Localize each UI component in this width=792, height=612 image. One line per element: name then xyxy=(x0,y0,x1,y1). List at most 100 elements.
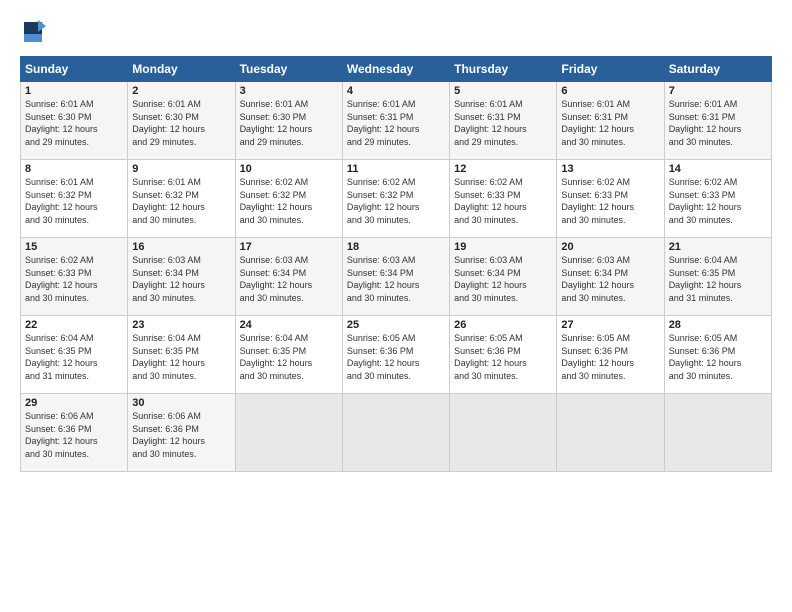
logo-icon xyxy=(20,18,48,46)
day-number: 10 xyxy=(240,163,338,175)
day-info: Sunrise: 6:02 AM Sunset: 6:33 PM Dayligh… xyxy=(669,176,767,226)
col-saturday: Saturday xyxy=(664,57,771,82)
table-cell: 28Sunrise: 6:05 AM Sunset: 6:36 PM Dayli… xyxy=(664,316,771,394)
day-info: Sunrise: 6:05 AM Sunset: 6:36 PM Dayligh… xyxy=(669,332,767,382)
day-number: 20 xyxy=(561,241,659,253)
day-number: 27 xyxy=(561,319,659,331)
day-info: Sunrise: 6:03 AM Sunset: 6:34 PM Dayligh… xyxy=(132,254,230,304)
day-number: 15 xyxy=(25,241,123,253)
table-cell: 22Sunrise: 6:04 AM Sunset: 6:35 PM Dayli… xyxy=(21,316,128,394)
table-cell: 30Sunrise: 6:06 AM Sunset: 6:36 PM Dayli… xyxy=(128,394,235,472)
day-info: Sunrise: 6:01 AM Sunset: 6:31 PM Dayligh… xyxy=(347,98,445,148)
calendar-row: 15Sunrise: 6:02 AM Sunset: 6:33 PM Dayli… xyxy=(21,238,772,316)
day-info: Sunrise: 6:05 AM Sunset: 6:36 PM Dayligh… xyxy=(561,332,659,382)
col-monday: Monday xyxy=(128,57,235,82)
day-number: 8 xyxy=(25,163,123,175)
day-number: 2 xyxy=(132,85,230,97)
table-cell: 14Sunrise: 6:02 AM Sunset: 6:33 PM Dayli… xyxy=(664,160,771,238)
day-number: 16 xyxy=(132,241,230,253)
calendar-row: 22 Sunrise: 6:04 AM Sunset: 6:35 PM Dayli… xyxy=(21,316,772,394)
calendar-table: Sunday Monday Tuesday Wednesday Thursday… xyxy=(20,56,772,472)
table-cell: 7Sunrise: 6:01 AM Sunset: 6:31 PM Daylig… xyxy=(664,82,771,160)
logo xyxy=(20,18,50,46)
table-cell: 23Sunrise: 6:04 AM Sunset: 6:35 PM Dayli… xyxy=(128,316,235,394)
day-number: 18 xyxy=(347,241,445,253)
day-number: 29 xyxy=(25,397,123,409)
day-info: Sunrise: 6:03 AM Sunset: 6:34 PM Dayligh… xyxy=(561,254,659,304)
day-number: 13 xyxy=(561,163,659,175)
table-cell: 21Sunrise: 6:04 AM Sunset: 6:35 PM Dayli… xyxy=(664,238,771,316)
calendar-row: 29 Sunrise: 6:06 AM Sunset: 6:36 PM Dayli… xyxy=(21,394,772,472)
day-number: 21 xyxy=(669,241,767,253)
table-cell: 12Sunrise: 6:02 AM Sunset: 6:33 PM Dayli… xyxy=(450,160,557,238)
day-info: Sunrise: 6:04 AM Sunset: 6:35 PM Dayligh… xyxy=(132,332,230,382)
table-cell: 2Sunrise: 6:01 AM Sunset: 6:30 PM Daylig… xyxy=(128,82,235,160)
day-number: 17 xyxy=(240,241,338,253)
day-number: 1 xyxy=(25,85,123,97)
day-info: Sunrise: 6:01 AM Sunset: 6:31 PM Dayligh… xyxy=(454,98,552,148)
table-cell: 16Sunrise: 6:03 AM Sunset: 6:34 PM Dayli… xyxy=(128,238,235,316)
table-cell: 9Sunrise: 6:01 AM Sunset: 6:32 PM Daylig… xyxy=(128,160,235,238)
calendar-row: 8Sunrise: 6:01 AM Sunset: 6:32 PM Daylig… xyxy=(21,160,772,238)
table-cell: 3Sunrise: 6:01 AM Sunset: 6:30 PM Daylig… xyxy=(235,82,342,160)
day-info: Sunrise: 6:02 AM Sunset: 6:33 PM Dayligh… xyxy=(25,254,123,304)
day-number: 5 xyxy=(454,85,552,97)
table-cell: 6Sunrise: 6:01 AM Sunset: 6:31 PM Daylig… xyxy=(557,82,664,160)
table-cell: 24Sunrise: 6:04 AM Sunset: 6:35 PM Dayli… xyxy=(235,316,342,394)
day-info: Sunrise: 6:03 AM Sunset: 6:34 PM Dayligh… xyxy=(454,254,552,304)
day-info: Sunrise: 6:03 AM Sunset: 6:34 PM Dayligh… xyxy=(240,254,338,304)
day-info: Sunrise: 6:06 AM Sunset: 6:36 PM Dayligh… xyxy=(132,410,230,460)
day-info: Sunrise: 6:01 AM Sunset: 6:30 PM Dayligh… xyxy=(25,98,123,148)
day-info: Sunrise: 6:01 AM Sunset: 6:31 PM Dayligh… xyxy=(669,98,767,148)
day-number: 19 xyxy=(454,241,552,253)
day-info: Sunrise: 6:02 AM Sunset: 6:32 PM Dayligh… xyxy=(347,176,445,226)
table-cell: 25Sunrise: 6:05 AM Sunset: 6:36 PM Dayli… xyxy=(342,316,449,394)
day-info: Sunrise: 6:01 AM Sunset: 6:30 PM Dayligh… xyxy=(132,98,230,148)
day-number: 28 xyxy=(669,319,767,331)
table-cell: 17Sunrise: 6:03 AM Sunset: 6:34 PM Dayli… xyxy=(235,238,342,316)
day-info: Sunrise: 6:05 AM Sunset: 6:36 PM Dayligh… xyxy=(347,332,445,382)
day-info: Sunrise: 6:04 AM Sunset: 6:35 PM Dayligh… xyxy=(240,332,338,382)
day-info: Sunrise: 6:02 AM Sunset: 6:33 PM Dayligh… xyxy=(454,176,552,226)
table-cell: 19Sunrise: 6:03 AM Sunset: 6:34 PM Dayli… xyxy=(450,238,557,316)
day-number: 24 xyxy=(240,319,338,331)
col-wednesday: Wednesday xyxy=(342,57,449,82)
day-info: Sunrise: 6:02 AM Sunset: 6:32 PM Dayligh… xyxy=(240,176,338,226)
day-info: Sunrise: 6:01 AM Sunset: 6:30 PM Dayligh… xyxy=(240,98,338,148)
table-cell: 5Sunrise: 6:01 AM Sunset: 6:31 PM Daylig… xyxy=(450,82,557,160)
table-cell xyxy=(235,394,342,472)
day-info: Sunrise: 6:03 AM Sunset: 6:34 PM Dayligh… xyxy=(347,254,445,304)
table-cell: 13Sunrise: 6:02 AM Sunset: 6:33 PM Dayli… xyxy=(557,160,664,238)
day-info: Sunrise: 6:01 AM Sunset: 6:32 PM Dayligh… xyxy=(25,176,123,226)
day-number: 30 xyxy=(132,397,230,409)
day-info: Sunrise: 6:02 AM Sunset: 6:33 PM Dayligh… xyxy=(561,176,659,226)
day-number: 7 xyxy=(669,85,767,97)
day-number: 14 xyxy=(669,163,767,175)
col-sunday: Sunday xyxy=(21,57,128,82)
day-number: 3 xyxy=(240,85,338,97)
table-cell: 15Sunrise: 6:02 AM Sunset: 6:33 PM Dayli… xyxy=(21,238,128,316)
table-cell: 10Sunrise: 6:02 AM Sunset: 6:32 PM Dayli… xyxy=(235,160,342,238)
calendar-row: 1Sunrise: 6:01 AM Sunset: 6:30 PM Daylig… xyxy=(21,82,772,160)
table-cell xyxy=(557,394,664,472)
day-number: 25 xyxy=(347,319,445,331)
header-row: Sunday Monday Tuesday Wednesday Thursday… xyxy=(21,57,772,82)
day-number: 26 xyxy=(454,319,552,331)
day-number: 11 xyxy=(347,163,445,175)
day-info: Sunrise: 6:05 AM Sunset: 6:36 PM Dayligh… xyxy=(454,332,552,382)
col-thursday: Thursday xyxy=(450,57,557,82)
table-cell xyxy=(664,394,771,472)
table-cell: 20Sunrise: 6:03 AM Sunset: 6:34 PM Dayli… xyxy=(557,238,664,316)
day-number: 23 xyxy=(132,319,230,331)
col-friday: Friday xyxy=(557,57,664,82)
day-number: 22 xyxy=(25,319,123,331)
header xyxy=(20,18,772,46)
table-cell: 18Sunrise: 6:03 AM Sunset: 6:34 PM Dayli… xyxy=(342,238,449,316)
day-info: Sunrise: 6:01 AM Sunset: 6:32 PM Dayligh… xyxy=(132,176,230,226)
page: Sunday Monday Tuesday Wednesday Thursday… xyxy=(0,0,792,612)
day-info: Sunrise: 6:04 AM Sunset: 6:35 PM Dayligh… xyxy=(669,254,767,304)
table-cell: 8Sunrise: 6:01 AM Sunset: 6:32 PM Daylig… xyxy=(21,160,128,238)
col-tuesday: Tuesday xyxy=(235,57,342,82)
table-cell: 26Sunrise: 6:05 AM Sunset: 6:36 PM Dayli… xyxy=(450,316,557,394)
day-number: 6 xyxy=(561,85,659,97)
